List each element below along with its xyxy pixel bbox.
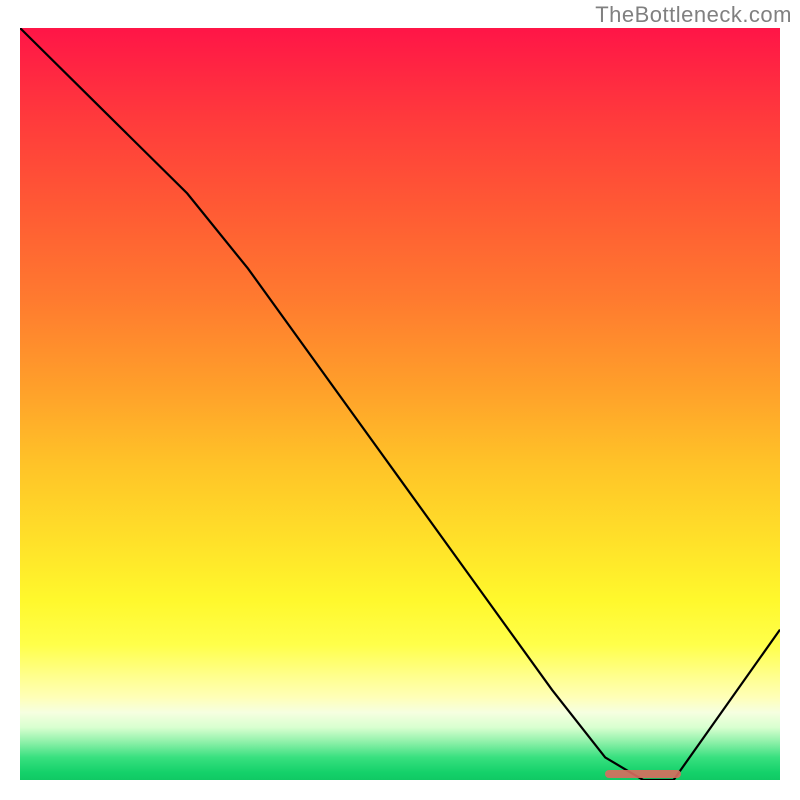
curve-svg: [20, 28, 780, 780]
optimal-range-marker: [605, 770, 681, 778]
bottleneck-curve-path: [20, 28, 780, 780]
watermark-text: TheBottleneck.com: [595, 2, 792, 28]
plot-area: [20, 28, 780, 780]
